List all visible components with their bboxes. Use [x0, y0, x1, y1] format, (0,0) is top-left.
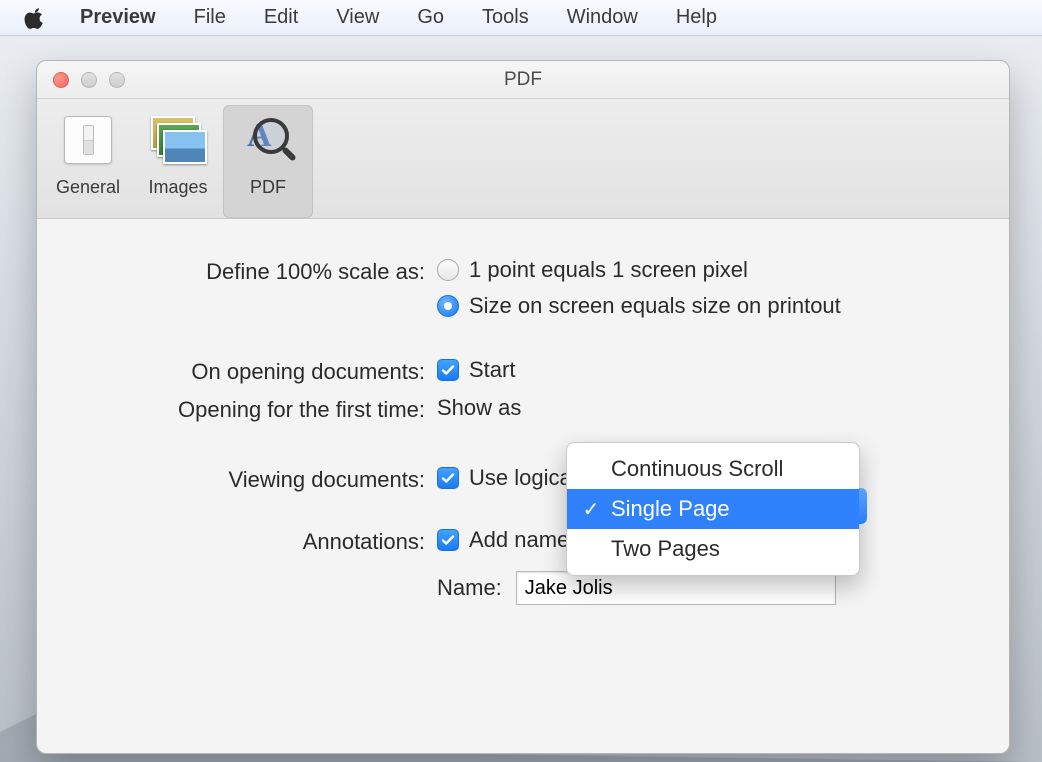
- tab-pdf-label: PDF: [225, 177, 311, 198]
- annotations-label: Annotations:: [77, 527, 437, 555]
- dropdown-option-two-pages[interactable]: Two Pages: [567, 529, 859, 569]
- dropdown-option-single-page-label: Single Page: [611, 496, 730, 522]
- traffic-lights: [53, 72, 125, 88]
- logical-page-numbers-checkbox[interactable]: [437, 467, 459, 489]
- scale-label: Define 100% scale as:: [77, 257, 437, 285]
- add-name-annotations-checkbox[interactable]: [437, 529, 459, 551]
- menu-go[interactable]: Go: [417, 6, 444, 29]
- start-last-page-label: Start: [469, 357, 515, 383]
- menu-help[interactable]: Help: [676, 6, 717, 29]
- opening-label: On opening documents:: [77, 357, 437, 385]
- dropdown-arrow-icon: [859, 488, 867, 524]
- checkmark-icon: ✓: [581, 497, 601, 522]
- zoom-window-button[interactable]: [109, 72, 125, 88]
- show-as-dropdown-menu: Continuous Scroll ✓ Single Page Two Page…: [566, 442, 860, 576]
- general-icon: [59, 111, 117, 169]
- menu-edit[interactable]: Edit: [264, 6, 298, 29]
- scale-radio-printout-label: Size on screen equals size on printout: [469, 293, 841, 319]
- dropdown-option-continuous-scroll-label: Continuous Scroll: [611, 456, 783, 482]
- tab-general[interactable]: General: [43, 105, 133, 200]
- dropdown-option-two-pages-label: Two Pages: [611, 536, 720, 562]
- menubar: Preview File Edit View Go Tools Window H…: [0, 0, 1042, 36]
- tab-general-label: General: [45, 177, 131, 198]
- menu-file[interactable]: File: [194, 6, 226, 29]
- preferences-window: PDF General Images A: [36, 60, 1010, 754]
- first-time-prefix: Show as: [437, 395, 521, 421]
- apple-logo-icon[interactable]: [24, 7, 46, 29]
- start-last-page-checkbox[interactable]: [437, 359, 459, 381]
- tab-pdf[interactable]: A PDF: [223, 105, 313, 218]
- scale-radio-point-pixel-label: 1 point equals 1 screen pixel: [469, 257, 748, 283]
- desktop-background: PDF General Images A: [0, 36, 1042, 762]
- menu-app[interactable]: Preview: [80, 6, 156, 29]
- close-window-button[interactable]: [53, 72, 69, 88]
- prefs-toolbar: General Images A PDF: [37, 99, 1009, 219]
- dropdown-option-single-page[interactable]: ✓ Single Page: [567, 489, 859, 529]
- menu-view[interactable]: View: [336, 6, 379, 29]
- minimize-window-button[interactable]: [81, 72, 97, 88]
- annotation-name-input[interactable]: [516, 571, 836, 605]
- scale-radio-printout[interactable]: [437, 295, 459, 317]
- pdf-icon: A: [239, 111, 297, 169]
- images-icon: [149, 111, 207, 169]
- dropdown-option-continuous-scroll[interactable]: Continuous Scroll: [567, 449, 859, 489]
- viewing-label: Viewing documents:: [77, 465, 437, 493]
- menu-tools[interactable]: Tools: [482, 6, 529, 29]
- window-title: PDF: [37, 69, 1009, 91]
- first-time-label: Opening for the first time:: [77, 395, 437, 423]
- tab-images[interactable]: Images: [133, 105, 223, 200]
- tab-images-label: Images: [135, 177, 221, 198]
- titlebar: PDF: [37, 61, 1009, 99]
- menu-window[interactable]: Window: [567, 6, 638, 29]
- scale-radio-point-pixel[interactable]: [437, 259, 459, 281]
- name-field-label: Name:: [437, 575, 502, 601]
- prefs-content: Define 100% scale as: 1 point equals 1 s…: [37, 219, 1009, 753]
